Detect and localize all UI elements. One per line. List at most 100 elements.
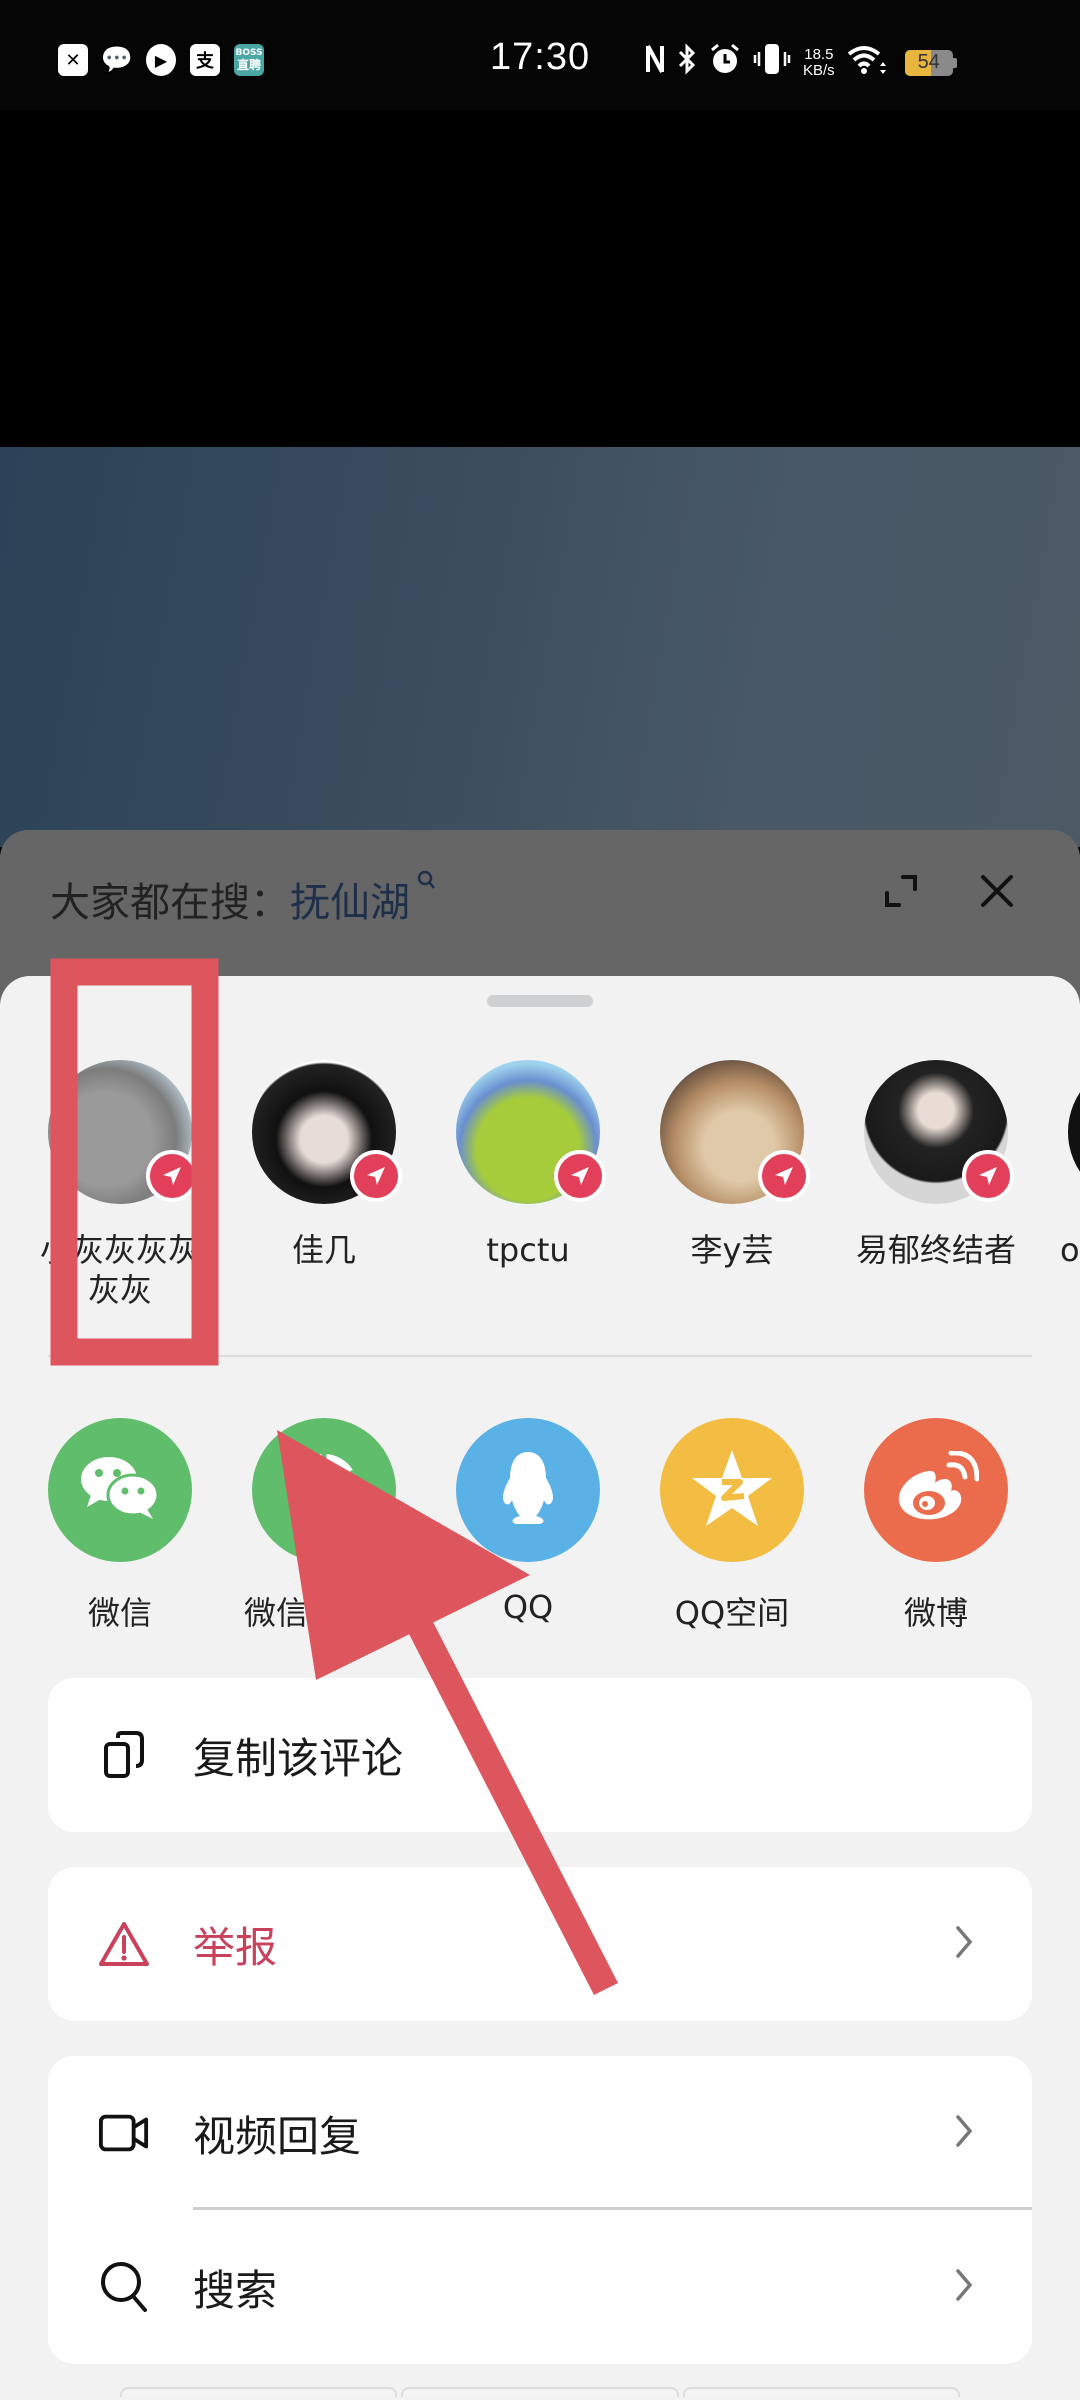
alipay-icon: 支 [190, 44, 220, 76]
share-app-moments[interactable]: 微信朋友圈 [224, 1418, 424, 1634]
friend-item[interactable]: tpctu [428, 1060, 628, 1270]
report-card: 举报 [48, 1867, 1032, 2021]
share-app-qq[interactable]: QQ [428, 1418, 628, 1626]
bluetooth-icon [677, 42, 697, 84]
search-icon [410, 870, 437, 898]
close-button[interactable] [972, 868, 1022, 918]
nfc-icon [645, 42, 665, 84]
battery-icon: 54 [904, 50, 953, 76]
expand-icon [881, 871, 921, 915]
friend-name: 小灰灰灰灰灰灰 [39, 1231, 200, 1309]
friend-name: o灰 [1060, 1231, 1080, 1269]
avatar [252, 1060, 402, 1204]
friend-item[interactable]: 易郁终结者 [836, 1060, 1036, 1270]
friend-item[interactable]: 李y芸 [632, 1060, 832, 1270]
share-apps-row: 微信 微信朋友圈 QQ QQ空间 微博 [0, 1418, 1080, 1638]
app-label: QQ [502, 1588, 554, 1626]
video-reply-button[interactable]: 视频回复 [48, 2056, 1032, 2210]
copy-comment-button[interactable]: 复制该评论 [48, 1678, 1032, 1832]
avatar [660, 1060, 810, 1204]
avatar [864, 1060, 1014, 1204]
search-icon [98, 2261, 150, 2313]
moments-icon [284, 1448, 364, 1532]
app-icon-circle [456, 1418, 600, 1562]
qzone-star-icon [690, 1448, 774, 1532]
chevron-right-icon [954, 1925, 974, 1963]
friend-name: 佳几 [291, 1231, 356, 1269]
battery-level: 54 [917, 51, 940, 73]
vibrate-icon [753, 42, 791, 84]
warning-icon [98, 1918, 150, 1970]
friend-item[interactable]: 小灰灰灰灰灰灰 [20, 1060, 220, 1310]
bottom-edge-tabs [120, 2387, 960, 2397]
share-app-wechat[interactable]: 微信 [20, 1418, 220, 1634]
status-bar: ✕ 💬 ▶ 支 BOSS 直聘 17:30 18.5 KB/s 54 [0, 0, 1080, 110]
wifi-icon [847, 42, 889, 84]
send-icon [350, 1150, 402, 1202]
video-reply-label: 视频回复 [193, 2111, 362, 2161]
alarm-icon [709, 42, 741, 84]
app-label: 微信朋友圈 [243, 1594, 404, 1632]
copy-icon [98, 1729, 150, 1781]
wechat-icon: 💬 [100, 45, 134, 75]
close-icon [979, 873, 1015, 913]
more-actions-card: 视频回复 搜索 [48, 2056, 1032, 2364]
report-button[interactable]: 举报 [48, 1867, 1032, 2021]
share-app-qzone[interactable]: QQ空间 [632, 1418, 832, 1634]
copy-comment-label: 复制该评论 [193, 1733, 404, 1783]
close-notification-icon: ✕ [58, 44, 88, 76]
send-icon [962, 1150, 1014, 1202]
app-label: 微博 [903, 1594, 968, 1632]
battery-indicator: 54 [901, 50, 957, 76]
search-button[interactable]: 搜索 [48, 2210, 1032, 2364]
battery-tip [952, 58, 957, 68]
notification-icons: ✕ 💬 ▶ 支 BOSS 直聘 [58, 44, 264, 76]
boss-zhipin-icon: BOSS 直聘 [234, 44, 264, 76]
section-divider [48, 1355, 1032, 1357]
tab-edge [682, 2387, 960, 2397]
hot-search-bar[interactable]: 大家都在搜：抚仙湖 [50, 870, 437, 928]
tab-edge [401, 2387, 679, 2397]
sheet-drag-handle[interactable] [487, 995, 593, 1007]
qq-penguin-icon [496, 1448, 560, 1532]
send-icon [554, 1150, 606, 1202]
clock: 17:30 [490, 36, 591, 78]
boss-label-bottom: 直聘 [236, 58, 261, 72]
friends-row[interactable]: 小灰灰灰灰灰灰 佳几 tpctu 李y芸 易郁终结者 o灰 [0, 1060, 1080, 1320]
friend-name: 李y芸 [690, 1231, 774, 1269]
copy-card: 复制该评论 [48, 1678, 1032, 1832]
boss-label-top: BOSS [235, 48, 263, 58]
network-speed-unit: KB/s [803, 62, 835, 79]
weibo-icon [893, 1450, 980, 1529]
avatar [48, 1060, 198, 1204]
share-app-weibo[interactable]: 微博 [836, 1418, 1036, 1634]
expand-button[interactable] [876, 868, 926, 918]
report-label: 举报 [193, 1922, 278, 1972]
friend-name: 易郁终结者 [855, 1231, 1016, 1269]
video-app-icon: ▶ [146, 44, 176, 76]
send-icon [758, 1150, 810, 1202]
app-label: 微信 [87, 1594, 152, 1632]
system-icons: 18.5 KB/s 54 [645, 42, 957, 84]
network-speed: 18.5 KB/s [803, 47, 835, 79]
friend-item[interactable]: 佳几 [224, 1060, 424, 1270]
friend-item[interactable]: o灰 [1040, 1060, 1080, 1270]
hot-search-prefix: 大家都在搜： [50, 880, 290, 926]
wechat-icon [77, 1453, 163, 1527]
app-icon-circle [864, 1418, 1008, 1562]
hot-search-keyword[interactable]: 抚仙湖 [290, 880, 410, 926]
chevron-right-icon [954, 2114, 974, 2152]
chevron-right-icon [954, 2268, 974, 2306]
video-frame[interactable] [0, 447, 1080, 847]
avatar [456, 1060, 606, 1204]
search-label: 搜索 [193, 2265, 278, 2315]
app-icon-circle [48, 1418, 192, 1562]
network-speed-value: 18.5 [804, 46, 834, 63]
app-icon-circle [660, 1418, 804, 1562]
tab-edge [120, 2387, 398, 2397]
avatar [1068, 1060, 1080, 1204]
app-icon-circle [252, 1418, 396, 1562]
friend-avatar-image [1068, 1060, 1080, 1204]
video-letterbox [0, 110, 1080, 447]
video-camera-icon [98, 2107, 150, 2159]
